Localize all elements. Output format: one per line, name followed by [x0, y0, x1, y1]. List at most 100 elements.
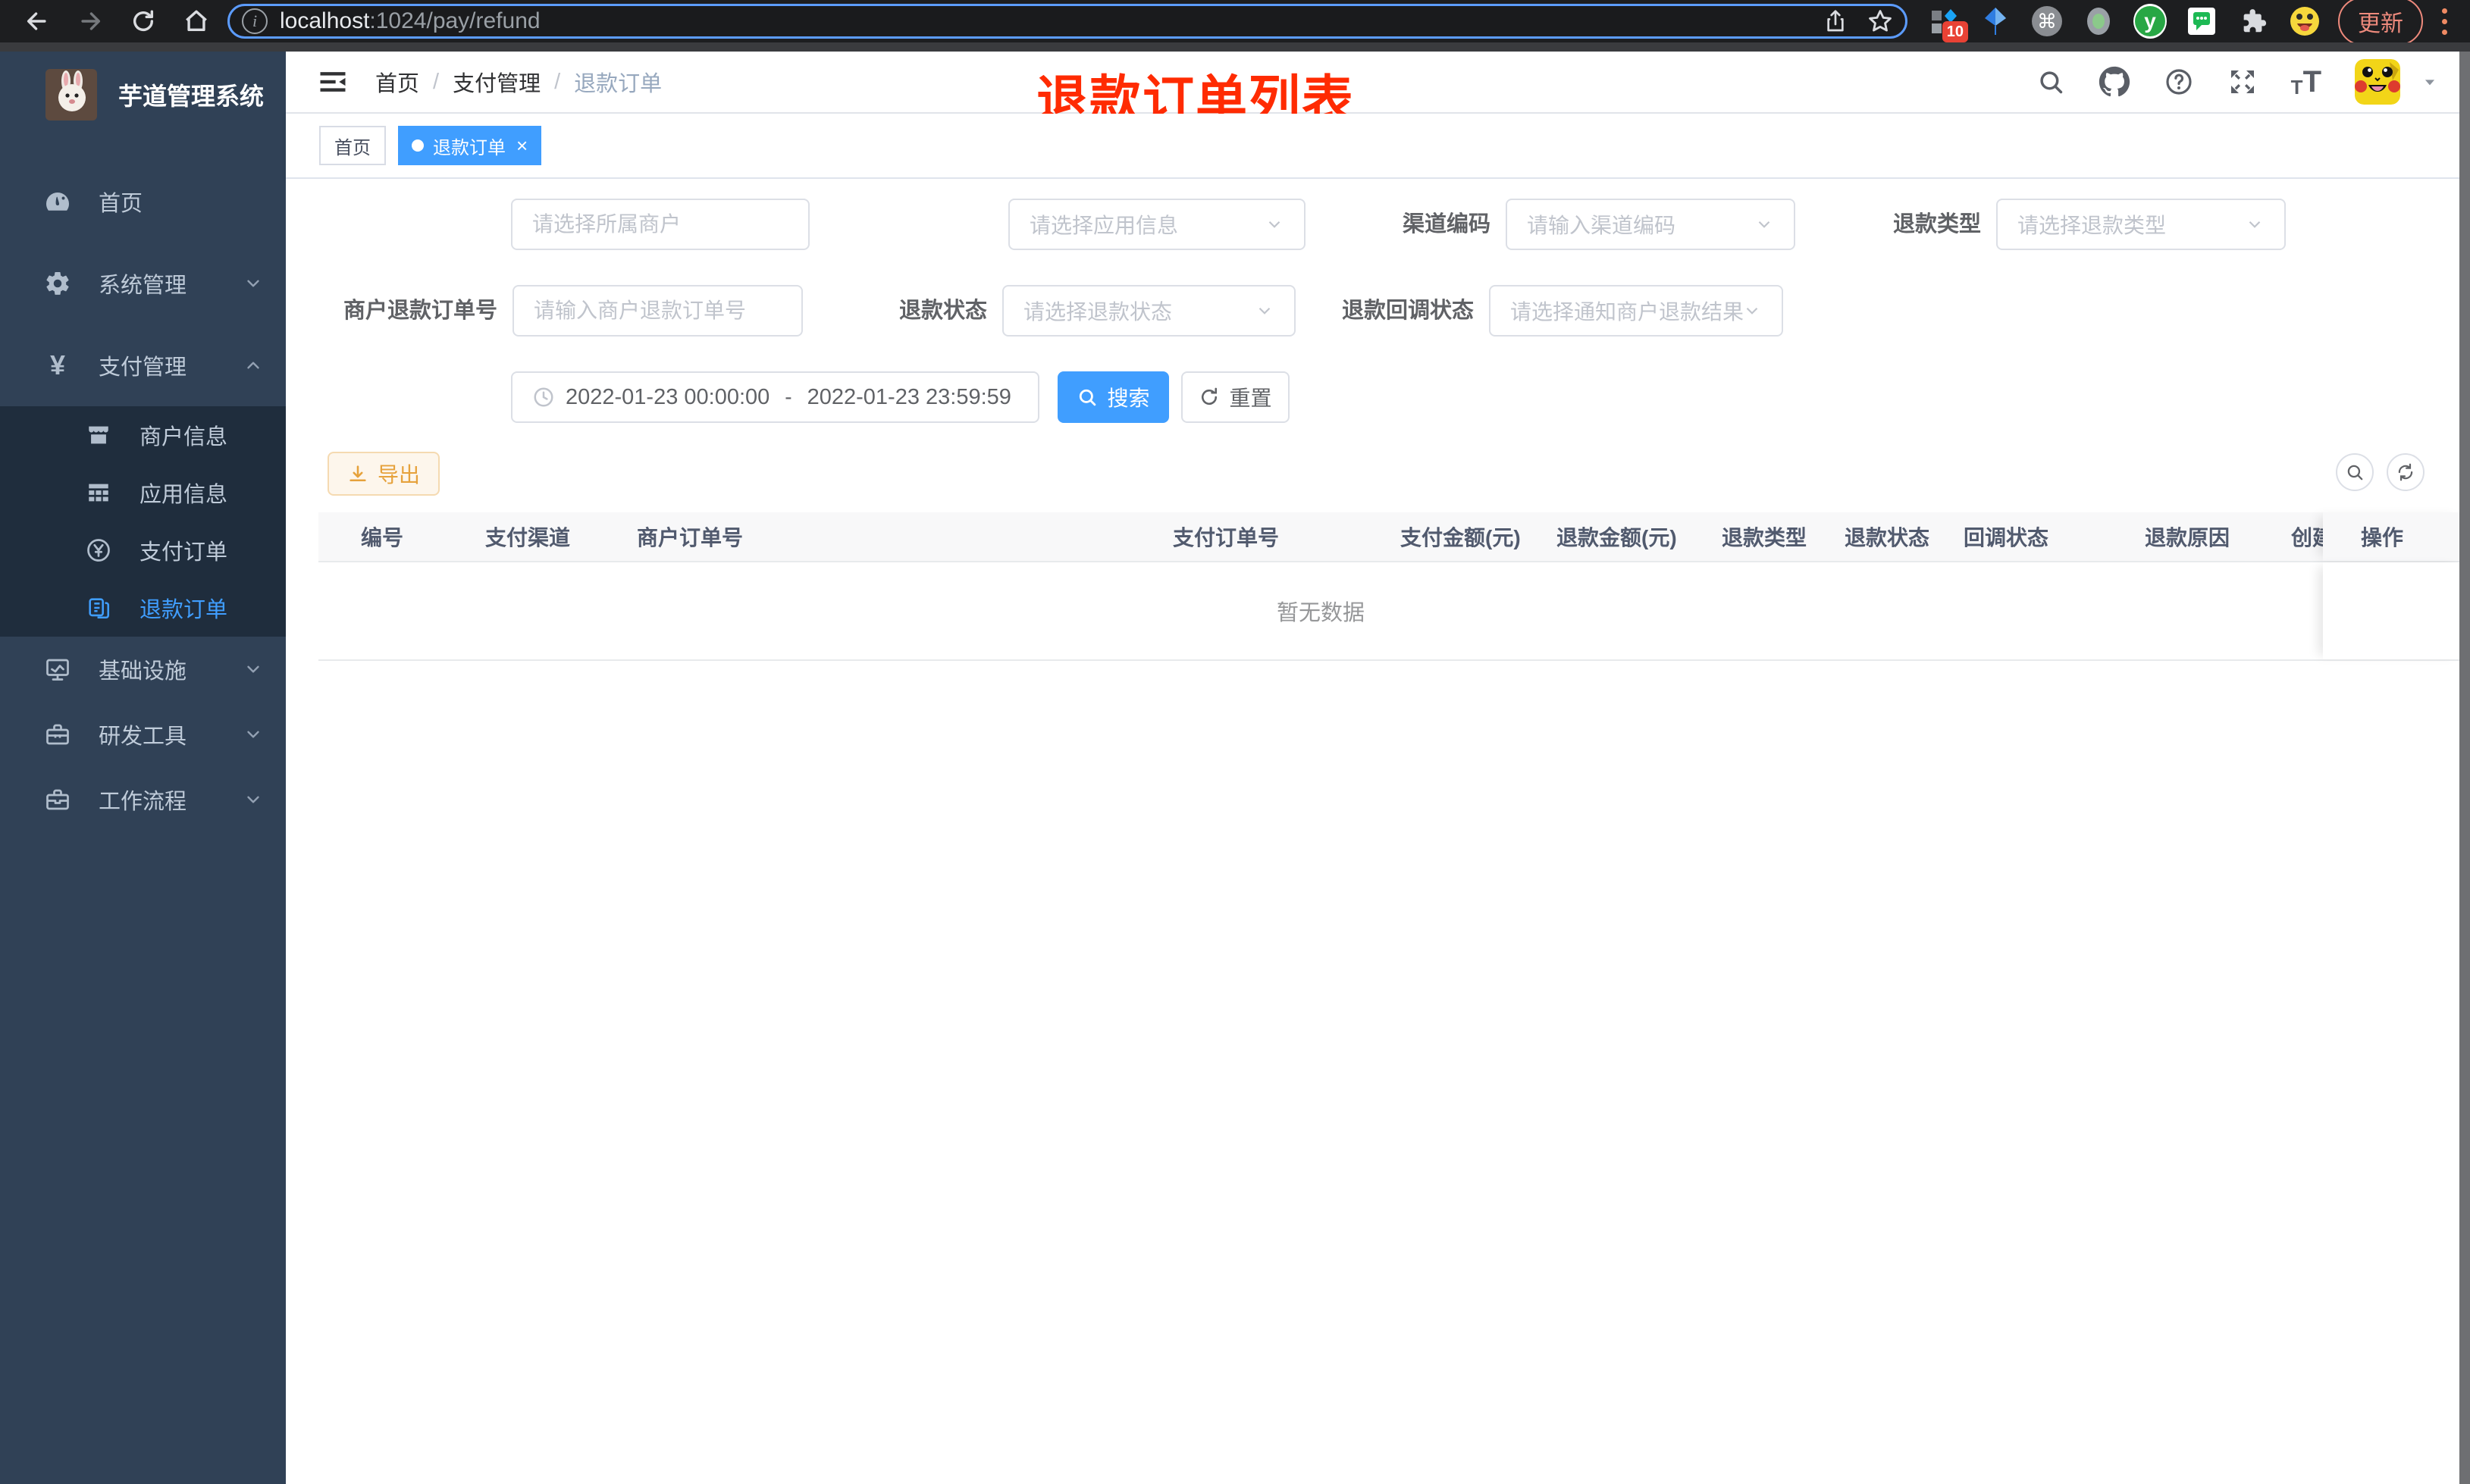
sidebar-item-refund-order[interactable]: 退款订单	[0, 579, 286, 637]
breadcrumb-pay[interactable]: 支付管理	[453, 66, 541, 98]
col-create-time: 创建时间	[2291, 526, 2323, 549]
table-empty-row: 暂无数据	[318, 562, 2467, 661]
breadcrumb-current: 退款订单	[574, 72, 663, 96]
reset-button[interactable]: 重置	[1181, 371, 1290, 423]
help-icon[interactable]	[2164, 67, 2194, 97]
refresh-button[interactable]	[2387, 453, 2425, 491]
chevron-up-icon	[243, 355, 263, 375]
breadcrumb-home[interactable]: 首页	[375, 66, 419, 98]
app-select[interactable]: 请选择应用信息	[1008, 199, 1306, 250]
ext-y-icon[interactable]: y	[2133, 4, 2167, 39]
main-area: 首页 / 支付管理 / 退款订单 退款订单列表 T T 首页 退款订单 × 请选…	[286, 52, 2470, 1484]
col-id: 编号	[361, 526, 404, 549]
ext-chat-icon[interactable]	[2185, 5, 2218, 38]
caret-down-icon[interactable]	[2420, 72, 2440, 92]
tag-home[interactable]: 首页	[319, 126, 386, 165]
gear-icon	[42, 270, 73, 297]
channel-select[interactable]: 请输入渠道编码	[1506, 199, 1795, 250]
breadcrumb-separator: /	[433, 69, 440, 94]
shop-icon	[85, 422, 112, 448]
chevron-down-icon	[243, 725, 263, 744]
window-scrollbar-strip[interactable]	[2459, 52, 2470, 1484]
ext-tabs-icon[interactable]: 10	[1927, 5, 1968, 42]
search-icon[interactable]	[2036, 67, 2065, 96]
font-size-icon[interactable]: TT	[2291, 67, 2321, 97]
back-icon[interactable]	[11, 3, 64, 39]
sidebar-item-app-info[interactable]: 应用信息	[0, 464, 286, 521]
briefcase-icon	[42, 786, 73, 813]
page-content: 所属商户 应用编号 请选择应用信息 渠道编码 请输入渠道编码 退款类型 请选择退…	[286, 179, 2470, 1484]
sidebar-item-merchant-info[interactable]: 商户信息	[0, 406, 286, 464]
sidebar-item-pay-order[interactable]: 支付订单	[0, 521, 286, 579]
home-icon[interactable]	[170, 3, 223, 39]
col-refund-reason: 退款原因	[2145, 526, 2230, 549]
merchant-refund-no-field[interactable]	[512, 285, 803, 337]
create-time-range-picker[interactable]: 2022-01-23 00:00:00 - 2022-01-23 23:59:5…	[511, 371, 1039, 423]
search-button[interactable]: 搜索	[1058, 371, 1169, 423]
browser-update-button[interactable]: 更新	[2338, 0, 2423, 45]
tag-close-icon[interactable]: ×	[516, 136, 528, 155]
site-info-icon[interactable]: i	[242, 8, 268, 34]
col-merchant-order-no: 商户订单号	[637, 526, 744, 549]
extensions-row: 10 ⌘ y	[1918, 4, 2331, 42]
tags-view: 首页 退款订单 ×	[286, 114, 2470, 179]
forward-icon[interactable]	[64, 3, 117, 39]
yen-icon: ¥	[49, 349, 66, 380]
chevron-down-icon	[243, 659, 263, 679]
dashboard-icon	[42, 188, 73, 215]
logo-rabbit-image	[45, 69, 97, 121]
export-button[interactable]: 导出	[328, 452, 440, 496]
ext-dot-icon[interactable]	[2082, 5, 2115, 38]
chevron-down-icon	[1265, 214, 1284, 234]
merchant-refund-no-input[interactable]	[534, 299, 782, 323]
refund-type-select[interactable]: 请选择退款类型	[1996, 199, 2286, 250]
empty-text: 暂无数据	[1276, 601, 1365, 625]
app-header: 首页 / 支付管理 / 退款订单 退款订单列表 T T	[286, 52, 2470, 129]
chevron-down-icon	[2245, 214, 2265, 234]
ext-puzzle-icon[interactable]	[2236, 5, 2270, 38]
fullscreen-icon[interactable]	[2227, 67, 2258, 97]
sidebar-item-pay[interactable]: ¥ 支付管理	[0, 324, 286, 406]
col-pay-channel: 支付渠道	[485, 526, 571, 549]
sidebar-item-workflow[interactable]: 工作流程	[0, 767, 286, 832]
url-bar[interactable]: i localhost:1024/pay/refund	[227, 4, 1907, 39]
tag-refund-order[interactable]: 退款订单 ×	[398, 126, 542, 165]
table-header: 编号 支付渠道 商户订单号 支付订单号 支付金额(元) 退款金额(元) 退款类型…	[318, 512, 2467, 562]
reload-icon[interactable]	[117, 3, 170, 39]
yen-circle-icon	[85, 537, 112, 564]
chevron-down-icon	[1742, 301, 1762, 321]
header-actions: TT	[2036, 59, 2440, 105]
col-refund-amount: 退款金额(元)	[1556, 526, 1677, 549]
chevron-down-icon	[243, 274, 263, 293]
github-icon[interactable]	[2099, 66, 2130, 98]
merchant-select[interactable]	[511, 199, 810, 250]
filter-label-notify-status: 退款回调状态	[1341, 299, 1474, 323]
notify-status-select[interactable]: 请选择通知商户退款结果	[1489, 285, 1783, 337]
monitor-icon	[42, 656, 73, 683]
active-dot	[412, 139, 424, 152]
date-end: 2022-01-23 23:59:59	[807, 384, 1011, 409]
pay-submenu: 商户信息 应用信息 支付订单 退款订单	[0, 406, 286, 637]
breadcrumb-separator: /	[554, 69, 561, 94]
sidebar-item-system[interactable]: 系统管理	[0, 243, 286, 324]
sidebar-item-devtools[interactable]: 研发工具	[0, 702, 286, 767]
sidebar-logo: 芋道管理系统	[0, 52, 286, 127]
col-pay-order-no: 支付订单号	[1173, 526, 1280, 549]
hide-search-button[interactable]	[2336, 453, 2374, 491]
sidebar-item-infra[interactable]: 基础设施	[0, 637, 286, 702]
share-icon[interactable]	[1823, 9, 1848, 33]
filter-label-refund-type: 退款类型	[1892, 212, 1981, 236]
grid-icon	[85, 480, 112, 506]
merchant-input[interactable]	[532, 212, 788, 236]
browser-menu-icon[interactable]	[2429, 8, 2459, 35]
sidebar-collapse-icon[interactable]	[316, 65, 349, 99]
ext-emoji-icon[interactable]	[2288, 5, 2321, 38]
col-refund-type: 退款类型	[1722, 526, 1807, 549]
breadcrumb: 首页 / 支付管理 / 退款订单	[375, 66, 662, 98]
sidebar-item-home[interactable]: 首页	[0, 161, 286, 243]
col-actions: 操作	[2323, 512, 2467, 561]
ext-kite-icon[interactable]	[1979, 5, 2012, 38]
ext-command-icon[interactable]: ⌘	[2030, 5, 2064, 38]
avatar[interactable]	[2355, 59, 2400, 105]
bookmark-star-icon[interactable]	[1867, 8, 1893, 34]
